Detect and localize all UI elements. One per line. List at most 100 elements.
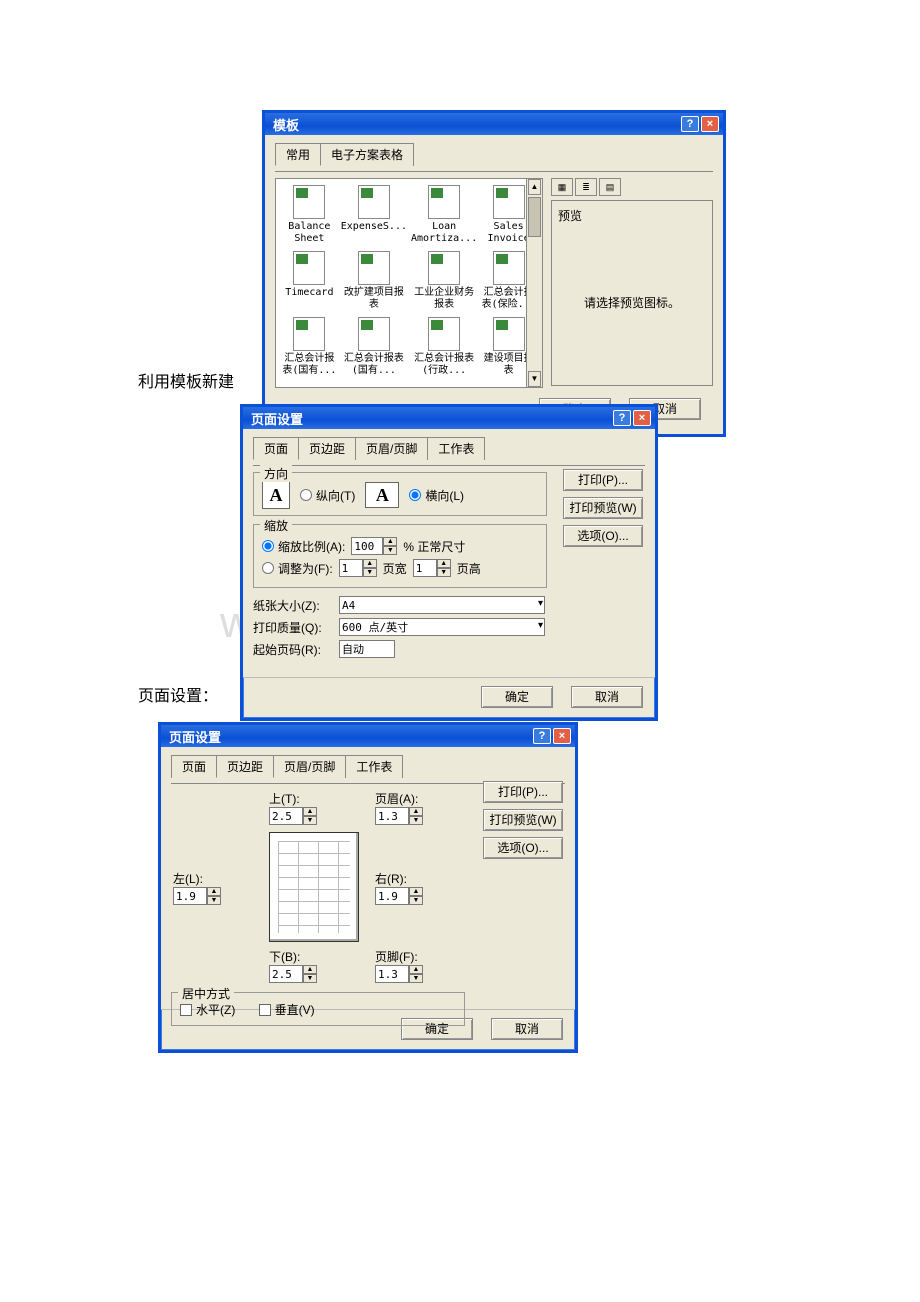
template-item[interactable]: 汇总会计报表(国有... xyxy=(282,317,337,377)
portrait-icon: A xyxy=(262,481,290,509)
scale-ratio-radio[interactable]: 缩放比例(A): xyxy=(262,538,345,555)
chevron-down-icon[interactable]: ▼ xyxy=(363,568,377,577)
tabs-templates: 常用 电子方案表格 xyxy=(275,143,713,166)
margin-header-spinner[interactable]: ▲▼ xyxy=(375,807,423,825)
chevron-down-icon[interactable]: ▼ xyxy=(383,546,397,555)
help-icon[interactable]: ? xyxy=(681,116,699,132)
tab-common[interactable]: 常用 xyxy=(275,143,321,166)
scroll-down-icon[interactable]: ▼ xyxy=(528,371,541,387)
tab-margins[interactable]: 页边距 xyxy=(216,755,274,778)
chevron-up-icon[interactable]: ▲ xyxy=(383,537,397,546)
fit-height-spinner[interactable]: ▲▼ xyxy=(413,559,451,577)
margin-footer-spinner[interactable]: ▲▼ xyxy=(375,965,423,983)
tab-sheet[interactable]: 工作表 xyxy=(345,755,403,778)
close-icon[interactable]: × xyxy=(553,728,571,744)
cancel-button[interactable]: 取消 xyxy=(571,686,643,708)
chevron-down-icon[interactable]: ▼ xyxy=(409,816,423,825)
margin-bottom-spinner[interactable]: ▲▼ xyxy=(269,965,317,983)
options-button[interactable]: 选项(O)... xyxy=(563,525,643,547)
chevron-up-icon[interactable]: ▲ xyxy=(409,807,423,816)
margin-top-label: 上(T): xyxy=(269,790,317,807)
dialog-templates: 模板 ? × 常用 电子方案表格 Balance Sheet ExpenseS.… xyxy=(262,110,726,437)
chevron-down-icon[interactable]: ▼ xyxy=(409,896,423,905)
tab-page[interactable]: 页面 xyxy=(171,755,217,778)
first-page-input[interactable] xyxy=(339,640,395,658)
tab-margins[interactable]: 页边距 xyxy=(298,437,356,460)
preview-placeholder: 请选择预览图标。 xyxy=(558,294,706,311)
tabs-page-setup-2: 页面 页边距 页眉/页脚 工作表 xyxy=(171,755,565,778)
scale-ratio-spinner[interactable]: ▲▼ xyxy=(351,537,397,555)
chevron-up-icon[interactable]: ▲ xyxy=(303,807,317,816)
tab-spreadsheet-solutions[interactable]: 电子方案表格 xyxy=(320,143,414,166)
view-details-icon[interactable]: ▤ xyxy=(599,178,621,196)
template-item[interactable]: 工业企业财务报表 xyxy=(411,251,477,311)
scroll-up-icon[interactable]: ▲ xyxy=(528,179,541,195)
title-templates: 模板 xyxy=(269,115,679,134)
titlebar-templates[interactable]: 模板 ? × xyxy=(265,113,723,135)
margin-left-spinner[interactable]: ▲▼ xyxy=(173,887,221,905)
template-item[interactable]: Balance Sheet xyxy=(282,185,337,245)
help-icon[interactable]: ? xyxy=(613,410,631,426)
caption-page-setup: 页面设置： xyxy=(138,682,218,706)
chevron-up-icon[interactable]: ▲ xyxy=(207,887,221,896)
excel-template-icon xyxy=(428,251,460,285)
close-icon[interactable]: × xyxy=(633,410,651,426)
scroll-thumb[interactable] xyxy=(528,197,541,237)
view-list-icon[interactable]: ≣ xyxy=(575,178,597,196)
preview-label: 预览 xyxy=(558,207,706,224)
chevron-up-icon[interactable]: ▲ xyxy=(437,559,451,568)
center-horizontal-checkbox[interactable]: 水平(Z) xyxy=(180,1001,235,1018)
margin-right-label: 右(R): xyxy=(375,870,423,887)
template-item[interactable]: Timecard xyxy=(282,251,337,311)
fit-to-radio[interactable]: 调整为(F): xyxy=(262,560,333,577)
excel-template-icon xyxy=(493,185,525,219)
tab-sheet[interactable]: 工作表 xyxy=(427,437,485,460)
print-button[interactable]: 打印(P)... xyxy=(563,469,643,491)
paper-size-label: 纸张大小(Z): xyxy=(253,597,333,614)
tab-header-footer[interactable]: 页眉/页脚 xyxy=(355,437,428,460)
fit-width-spinner[interactable]: ▲▼ xyxy=(339,559,377,577)
landscape-radio[interactable]: 横向(L) xyxy=(409,487,464,504)
portrait-radio[interactable]: 纵向(T) xyxy=(300,487,355,504)
margin-bottom-label: 下(B): xyxy=(269,948,317,965)
chevron-down-icon[interactable]: ▼ xyxy=(437,568,451,577)
print-preview-button[interactable]: 打印预览(W) xyxy=(563,497,643,519)
titlebar-page-setup-2[interactable]: 页面设置 ? × xyxy=(161,725,575,747)
template-item[interactable]: Loan Amortiza... xyxy=(411,185,477,245)
template-item[interactable]: ExpenseS... xyxy=(341,185,407,245)
template-item[interactable]: 汇总会计报表(行政... xyxy=(411,317,477,377)
template-item[interactable]: 改扩建项目报表 xyxy=(341,251,407,311)
chevron-up-icon[interactable]: ▲ xyxy=(363,559,377,568)
margin-top-spinner[interactable]: ▲▼ xyxy=(269,807,317,825)
margins-preview xyxy=(269,832,359,942)
chevron-down-icon[interactable]: ▼ xyxy=(303,974,317,983)
excel-template-icon xyxy=(493,317,525,351)
print-quality-select[interactable] xyxy=(339,618,545,636)
scrollbar[interactable]: ▲ ▼ xyxy=(526,179,542,387)
margin-header-label: 页眉(A): xyxy=(375,790,423,807)
scale-suffix: % 正常尺寸 xyxy=(403,538,465,555)
ok-button[interactable]: 确定 xyxy=(481,686,553,708)
excel-template-icon xyxy=(293,317,325,351)
close-icon[interactable]: × xyxy=(701,116,719,132)
chevron-down-icon[interactable]: ▼ xyxy=(303,816,317,825)
template-item[interactable]: 汇总会计报表(国有... xyxy=(341,317,407,377)
margin-right-spinner[interactable]: ▲▼ xyxy=(375,887,423,905)
cancel-button[interactable]: 取消 xyxy=(491,1018,563,1040)
tab-page[interactable]: 页面 xyxy=(253,437,299,460)
chevron-down-icon[interactable]: ▼ xyxy=(207,896,221,905)
titlebar-page-setup-1[interactable]: 页面设置 ? × xyxy=(243,407,655,429)
title-page-setup-1: 页面设置 xyxy=(247,409,611,428)
templates-list[interactable]: Balance Sheet ExpenseS... Loan Amortiza.… xyxy=(275,178,543,388)
center-vertical-checkbox[interactable]: 垂直(V) xyxy=(259,1001,315,1018)
view-large-icons-icon[interactable]: ▦ xyxy=(551,178,573,196)
chevron-up-icon[interactable]: ▲ xyxy=(409,887,423,896)
help-icon[interactable]: ? xyxy=(533,728,551,744)
tab-header-footer[interactable]: 页眉/页脚 xyxy=(273,755,346,778)
chevron-down-icon[interactable]: ▼ xyxy=(409,974,423,983)
chevron-up-icon[interactable]: ▲ xyxy=(303,965,317,974)
paper-size-select[interactable] xyxy=(339,596,545,614)
excel-template-icon xyxy=(358,317,390,351)
dialog-page-setup-margins: 页面设置 ? × 页面 页边距 页眉/页脚 工作表 打印(P)... 打印预览(… xyxy=(158,722,578,1053)
chevron-up-icon[interactable]: ▲ xyxy=(409,965,423,974)
